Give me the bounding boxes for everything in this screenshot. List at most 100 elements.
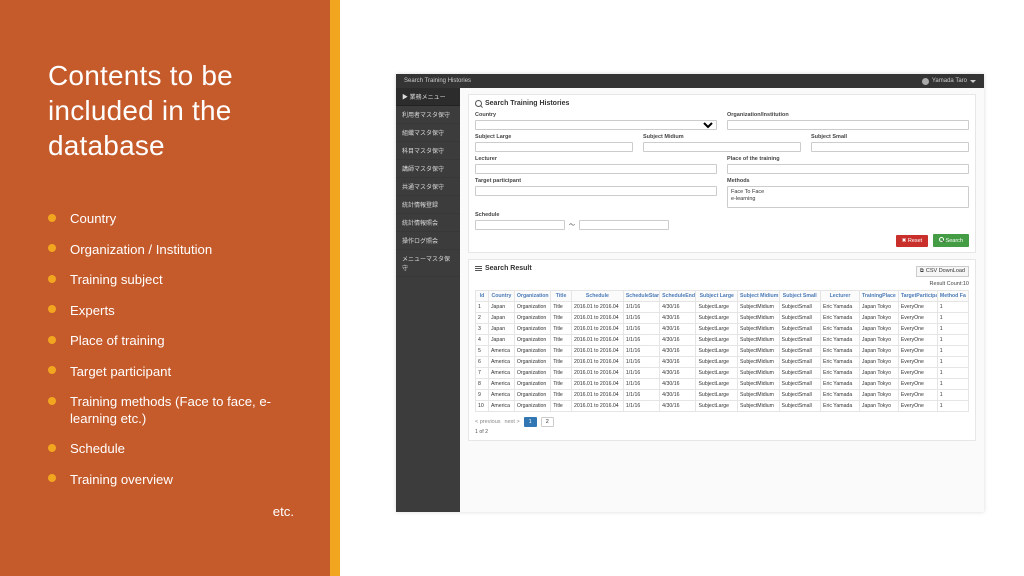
organization-input[interactable] bbox=[727, 120, 969, 130]
subject-midium-input[interactable] bbox=[643, 142, 801, 152]
methods-option[interactable]: Face To Face bbox=[731, 189, 965, 196]
search-panel-title: Search Training Histories bbox=[475, 100, 969, 107]
table-cell: SubjectLarge bbox=[696, 379, 738, 390]
table-cell: Eric Yamada bbox=[821, 324, 860, 335]
table-cell: 9 bbox=[476, 390, 489, 401]
schedule-end-input[interactable] bbox=[579, 220, 669, 230]
sidebar-item[interactable]: メニューマスタ保守 bbox=[396, 250, 460, 277]
table-row[interactable]: 1JapanOrganizationTitle2016.01 to 2016.0… bbox=[476, 302, 969, 313]
sidebar-item[interactable]: 統計情報照会 bbox=[396, 214, 460, 232]
pager-page-2[interactable]: 2 bbox=[541, 417, 554, 427]
csv-download-button[interactable]: ⧉ CSV DownLoad bbox=[916, 266, 969, 277]
table-header-cell[interactable]: ScheduleStart bbox=[623, 291, 659, 302]
table-cell: 6 bbox=[476, 357, 489, 368]
table-header-cell[interactable]: ScheduleEnd bbox=[660, 291, 696, 302]
table-cell: EveryOne bbox=[898, 313, 937, 324]
table-cell: Organization bbox=[514, 357, 550, 368]
sidebar-item[interactable]: 科目マスタ保守 bbox=[396, 142, 460, 160]
lecturer-input[interactable] bbox=[475, 164, 717, 174]
label-target: Target participant bbox=[475, 178, 717, 184]
bullet-list: Country Organization / Institution Train… bbox=[48, 211, 312, 502]
pager-prev[interactable]: < previous bbox=[475, 419, 501, 425]
table-row[interactable]: 7AmericaOrganizationTitle2016.01 to 2016… bbox=[476, 368, 969, 379]
table-cell: Eric Yamada bbox=[821, 302, 860, 313]
table-cell: Title bbox=[551, 335, 572, 346]
subject-small-input[interactable] bbox=[811, 142, 969, 152]
screenshot-area: Search Training Histories Yamada Taro ▶ … bbox=[340, 0, 1024, 576]
table-cell: Japan bbox=[488, 313, 514, 324]
reset-button[interactable]: ✖ Reset bbox=[896, 235, 929, 247]
table-cell: EveryOne bbox=[898, 401, 937, 412]
sidebar: ▶ 業務メニュー 利用者マスタ保守 組織マスタ保守 科目マスタ保守 講師マスタ保… bbox=[396, 88, 460, 512]
search-panel-title-text: Search Training Histories bbox=[485, 100, 569, 107]
table-cell: 4/30/16 bbox=[660, 302, 696, 313]
table-header-cell[interactable]: Country bbox=[488, 291, 514, 302]
table-header-cell[interactable]: TargetParticipant bbox=[898, 291, 937, 302]
table-header-cell[interactable]: Schedule bbox=[571, 291, 623, 302]
sidebar-item[interactable]: 利用者マスタ保守 bbox=[396, 106, 460, 124]
table-row[interactable]: 5AmericaOrganizationTitle2016.01 to 2016… bbox=[476, 346, 969, 357]
table-header-cell[interactable]: Subject Large bbox=[696, 291, 738, 302]
table-cell: Japan Tokyo bbox=[859, 379, 898, 390]
bullet-item: Training subject bbox=[48, 272, 312, 289]
result-panel: Search Result ⧉ CSV DownLoad Result Coun… bbox=[468, 259, 976, 441]
bullet-item: Training overview bbox=[48, 472, 312, 489]
pager: < previous next > 1 2 bbox=[475, 417, 969, 427]
table-header-cell[interactable]: Title bbox=[551, 291, 572, 302]
table-header-cell[interactable]: Subject Midium bbox=[737, 291, 779, 302]
table-row[interactable]: 2JapanOrganizationTitle2016.01 to 2016.0… bbox=[476, 313, 969, 324]
table-header-cell[interactable]: Id bbox=[476, 291, 489, 302]
sidebar-header[interactable]: ▶ 業務メニュー bbox=[396, 88, 460, 106]
methods-listbox[interactable]: Face To Face e-learning bbox=[727, 186, 969, 208]
table-cell: 2016.01 to 2016.04 bbox=[571, 346, 623, 357]
table-cell: Title bbox=[551, 357, 572, 368]
table-row[interactable]: 4JapanOrganizationTitle2016.01 to 2016.0… bbox=[476, 335, 969, 346]
target-input[interactable] bbox=[475, 186, 717, 196]
subject-large-input[interactable] bbox=[475, 142, 633, 152]
pager-page-1[interactable]: 1 bbox=[524, 417, 537, 427]
tilde: ～ bbox=[565, 220, 579, 230]
table-cell: 1/1/16 bbox=[623, 390, 659, 401]
table-cell: Japan Tokyo bbox=[859, 313, 898, 324]
bullet-item: Experts bbox=[48, 303, 312, 320]
table-body: 1JapanOrganizationTitle2016.01 to 2016.0… bbox=[476, 302, 969, 412]
methods-option[interactable]: e-learning bbox=[731, 196, 965, 203]
table-header-cell[interactable]: Method Fa bbox=[937, 291, 968, 302]
table-cell: 2016.01 to 2016.04 bbox=[571, 390, 623, 401]
table-cell: Organization bbox=[514, 313, 550, 324]
sidebar-item[interactable]: 講師マスタ保守 bbox=[396, 160, 460, 178]
table-cell: 4/30/16 bbox=[660, 379, 696, 390]
table-cell: America bbox=[488, 390, 514, 401]
country-select[interactable] bbox=[475, 120, 717, 130]
table-cell: SubjectLarge bbox=[696, 313, 738, 324]
content-area: Search Training Histories Country Organi… bbox=[460, 88, 984, 512]
table-row[interactable]: 9AmericaOrganizationTitle2016.01 to 2016… bbox=[476, 390, 969, 401]
table-cell: 1/1/16 bbox=[623, 401, 659, 412]
table-cell: Organization bbox=[514, 324, 550, 335]
place-input[interactable] bbox=[727, 164, 969, 174]
sidebar-item[interactable]: 共通マスタ保守 bbox=[396, 178, 460, 196]
table-cell: SubjectLarge bbox=[696, 335, 738, 346]
table-cell: SubjectLarge bbox=[696, 346, 738, 357]
table-row[interactable]: 6AmericaOrganizationTitle2016.01 to 2016… bbox=[476, 357, 969, 368]
table-cell: Title bbox=[551, 302, 572, 313]
search-button[interactable]: Search bbox=[933, 234, 969, 247]
sidebar-item[interactable]: 統計情報登録 bbox=[396, 196, 460, 214]
table-row[interactable]: 8AmericaOrganizationTitle2016.01 to 2016… bbox=[476, 379, 969, 390]
user-menu[interactable]: Yamada Taro bbox=[922, 78, 976, 85]
table-cell: SubjectSmall bbox=[779, 390, 821, 401]
table-cell: 1 bbox=[937, 324, 968, 335]
table-header-cell[interactable]: TrainingPlace bbox=[859, 291, 898, 302]
schedule-start-input[interactable] bbox=[475, 220, 565, 230]
table-header-cell[interactable]: Lecturer bbox=[821, 291, 860, 302]
table-cell: SubjectSmall bbox=[779, 302, 821, 313]
sidebar-item[interactable]: 組織マスタ保守 bbox=[396, 124, 460, 142]
results-table: IdCountryOrganizationTitleScheduleSchedu… bbox=[475, 290, 969, 412]
table-header-cell[interactable]: Subject Small bbox=[779, 291, 821, 302]
table-header-cell[interactable]: Organization bbox=[514, 291, 550, 302]
pager-next[interactable]: next > bbox=[505, 419, 520, 425]
table-cell: Organization bbox=[514, 368, 550, 379]
table-row[interactable]: 3JapanOrganizationTitle2016.01 to 2016.0… bbox=[476, 324, 969, 335]
table-row[interactable]: 10AmericaOrganizationTitle2016.01 to 201… bbox=[476, 401, 969, 412]
sidebar-item[interactable]: 操作ログ照会 bbox=[396, 232, 460, 250]
